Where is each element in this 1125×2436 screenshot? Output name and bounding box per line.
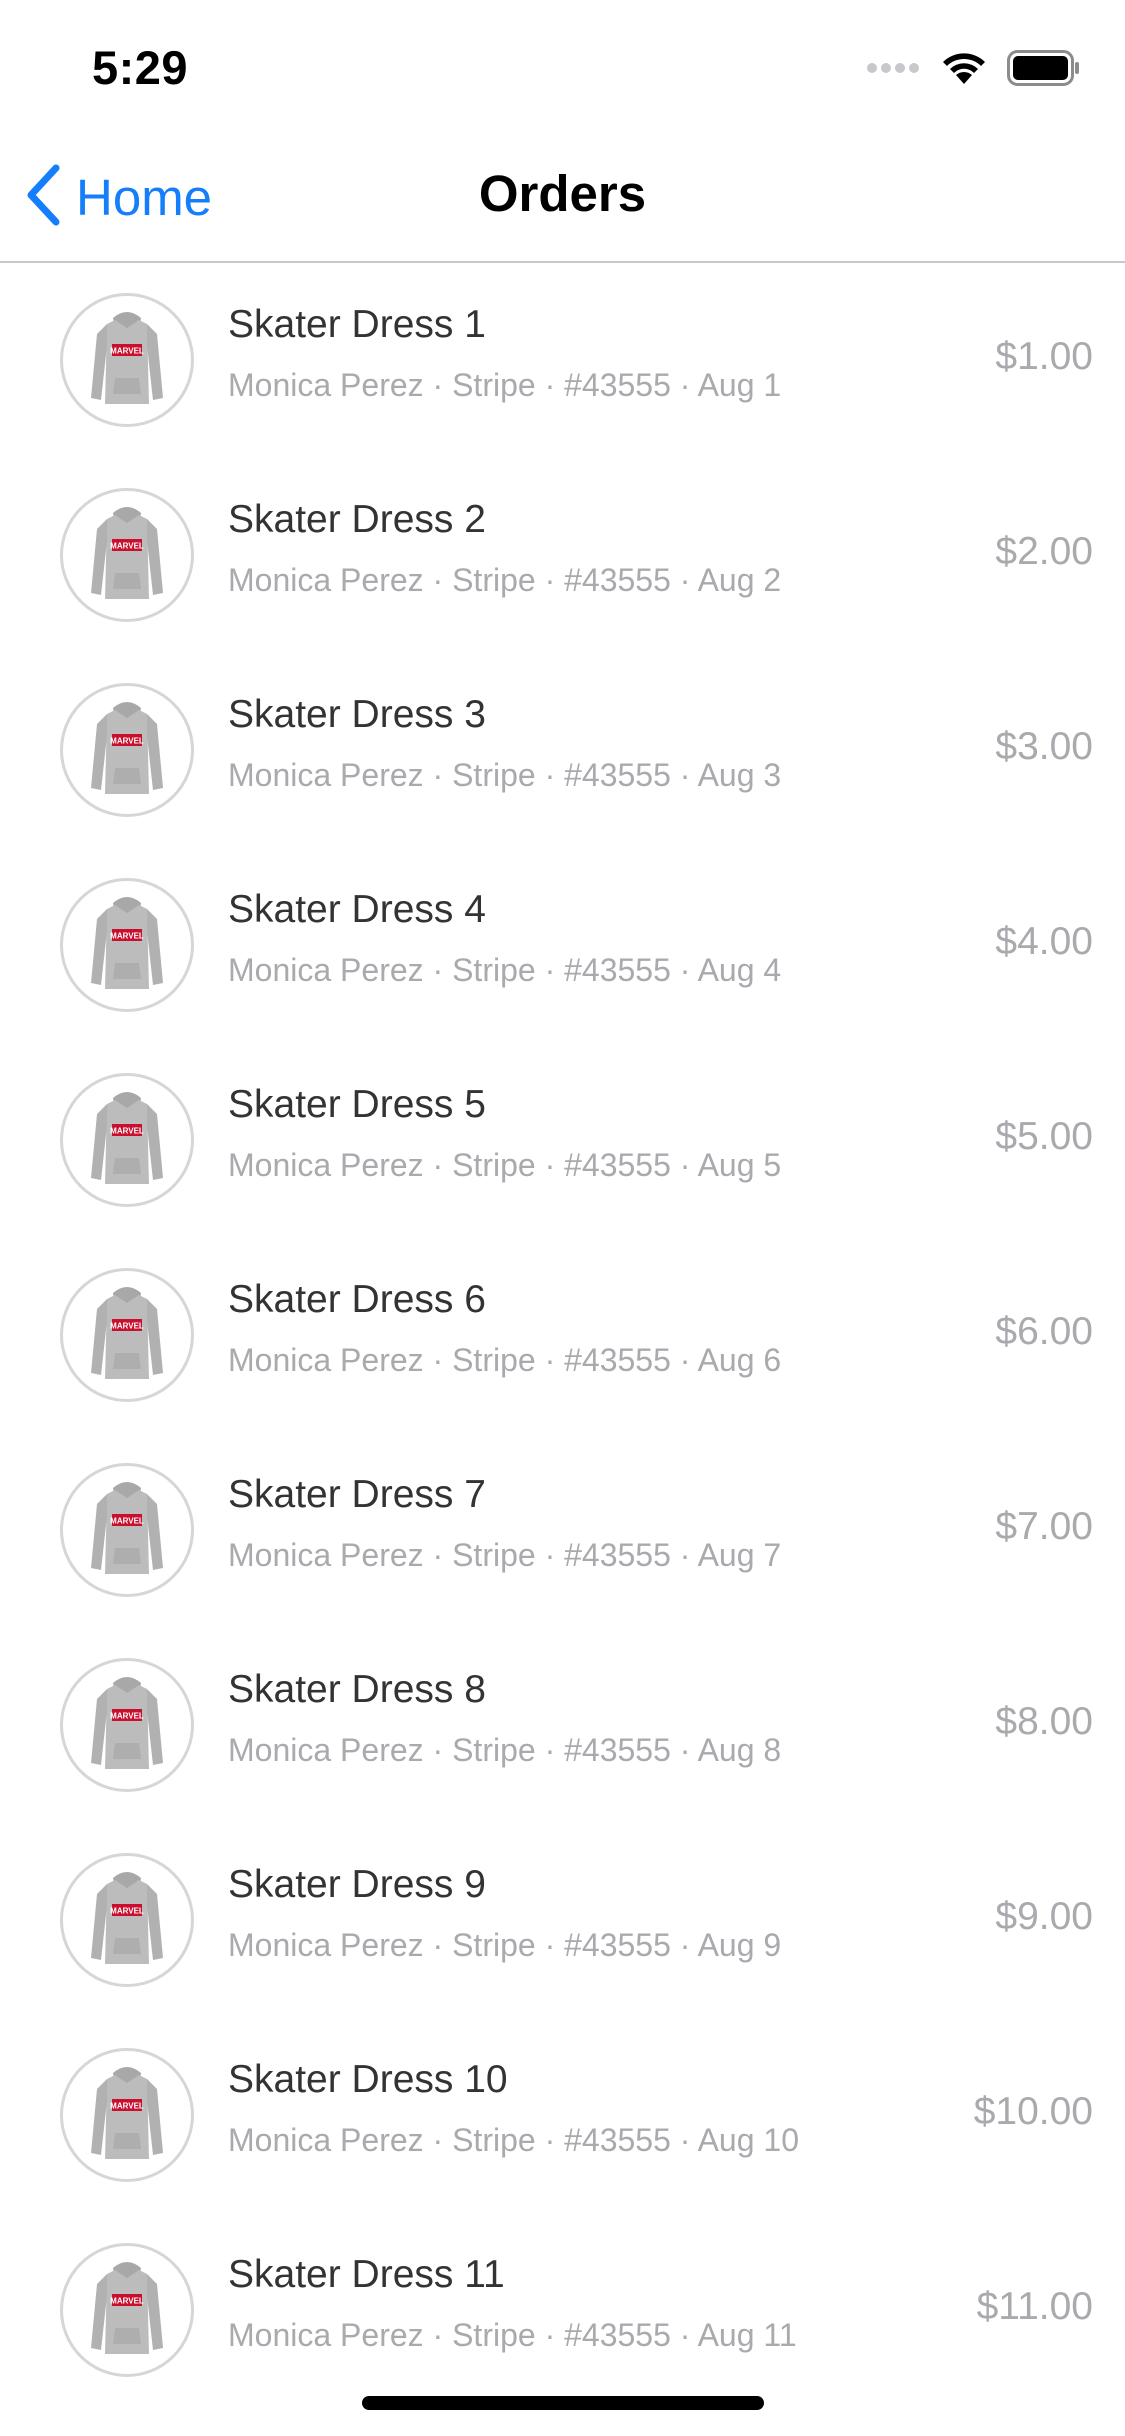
order-row[interactable]: MARVEL Skater Dress 5 Monica Perez · Str… bbox=[0, 1043, 1125, 1238]
order-subtitle: Monica Perez · Stripe · #43555 · Aug 4 bbox=[228, 952, 782, 988]
order-title: Skater Dress 7 bbox=[228, 1473, 486, 1516]
order-title: Skater Dress 6 bbox=[228, 1278, 486, 1321]
order-price: $6.00 bbox=[995, 1310, 1093, 1353]
hoodie-icon: MARVEL bbox=[77, 1476, 177, 1585]
order-price: $11.00 bbox=[976, 2285, 1093, 2328]
order-title: Skater Dress 11 bbox=[228, 2253, 505, 2296]
wifi-icon bbox=[941, 51, 987, 90]
product-thumbnail: MARVEL bbox=[60, 488, 194, 622]
order-title: Skater Dress 9 bbox=[228, 1863, 486, 1906]
hoodie-icon: MARVEL bbox=[77, 306, 177, 415]
hoodie-icon: MARVEL bbox=[77, 501, 177, 610]
order-row[interactable]: MARVEL Skater Dress 8 Monica Perez · Str… bbox=[0, 1628, 1125, 1823]
order-subtitle: Monica Perez · Stripe · #43555 · Aug 11 bbox=[228, 2317, 797, 2353]
order-row[interactable]: MARVEL Skater Dress 2 Monica Perez · Str… bbox=[0, 458, 1125, 653]
order-price: $4.00 bbox=[995, 920, 1093, 963]
order-title: Skater Dress 2 bbox=[228, 498, 486, 541]
page-title: Orders bbox=[478, 165, 647, 222]
order-title: Skater Dress 1 bbox=[228, 303, 486, 346]
order-row[interactable]: MARVEL Skater Dress 7 Monica Perez · Str… bbox=[0, 1433, 1125, 1628]
brand-logo-text: MARVEL bbox=[110, 2101, 144, 2110]
brand-logo-text: MARVEL bbox=[110, 736, 144, 745]
order-price: $10.00 bbox=[973, 2090, 1093, 2133]
hoodie-icon: MARVEL bbox=[77, 696, 177, 805]
order-row[interactable]: MARVEL Skater Dress 1 Monica Perez · Str… bbox=[0, 263, 1125, 458]
status-icons bbox=[867, 49, 1081, 91]
orders-list: MARVEL Skater Dress 1 Monica Perez · Str… bbox=[0, 263, 1125, 2408]
order-title: Skater Dress 3 bbox=[228, 693, 486, 736]
order-subtitle: Monica Perez · Stripe · #43555 · Aug 3 bbox=[228, 757, 782, 793]
brand-logo-text: MARVEL bbox=[110, 1516, 144, 1525]
order-price: $5.00 bbox=[995, 1115, 1093, 1158]
product-thumbnail: MARVEL bbox=[60, 1268, 194, 1402]
order-title: Skater Dress 4 bbox=[228, 888, 486, 931]
brand-logo-text: MARVEL bbox=[110, 1711, 144, 1720]
brand-logo-text: MARVEL bbox=[110, 1321, 144, 1330]
hoodie-icon: MARVEL bbox=[77, 1866, 177, 1975]
product-thumbnail: MARVEL bbox=[60, 1853, 194, 1987]
brand-logo-text: MARVEL bbox=[110, 1126, 144, 1135]
order-title: Skater Dress 8 bbox=[228, 1668, 486, 1711]
brand-logo-text: MARVEL bbox=[110, 2296, 144, 2305]
product-thumbnail: MARVEL bbox=[60, 2048, 194, 2182]
product-thumbnail: MARVEL bbox=[60, 293, 194, 427]
brand-logo-text: MARVEL bbox=[110, 541, 144, 550]
order-price: $1.00 bbox=[995, 335, 1093, 378]
order-price: $2.00 bbox=[995, 530, 1093, 573]
product-thumbnail: MARVEL bbox=[60, 1463, 194, 1597]
orders-screen: 5:29 Home Orders MARVEL Skater Dress 1 M… bbox=[0, 0, 1125, 2436]
order-price: $3.00 bbox=[995, 725, 1093, 768]
hoodie-icon: MARVEL bbox=[77, 1086, 177, 1195]
product-thumbnail: MARVEL bbox=[60, 878, 194, 1012]
order-row[interactable]: MARVEL Skater Dress 3 Monica Perez · Str… bbox=[0, 653, 1125, 848]
order-subtitle: Monica Perez · Stripe · #43555 · Aug 6 bbox=[228, 1342, 782, 1378]
order-price: $9.00 bbox=[995, 1895, 1093, 1938]
order-row[interactable]: MARVEL Skater Dress 10 Monica Perez · St… bbox=[0, 2018, 1125, 2213]
hoodie-icon: MARVEL bbox=[77, 2256, 177, 2365]
order-row[interactable]: MARVEL Skater Dress 11 Monica Perez · St… bbox=[0, 2213, 1125, 2408]
home-indicator[interactable] bbox=[362, 2396, 764, 2410]
order-subtitle: Monica Perez · Stripe · #43555 · Aug 7 bbox=[228, 1537, 782, 1573]
status-time: 5:29 bbox=[92, 41, 189, 94]
hoodie-icon: MARVEL bbox=[77, 1671, 177, 1780]
order-subtitle: Monica Perez · Stripe · #43555 · Aug 10 bbox=[228, 2122, 799, 2158]
navigation-bar: Home Orders bbox=[0, 132, 1125, 263]
hoodie-icon: MARVEL bbox=[77, 1281, 177, 1390]
brand-logo-text: MARVEL bbox=[110, 931, 144, 940]
status-bar: 5:29 bbox=[0, 0, 1125, 132]
hoodie-icon: MARVEL bbox=[77, 891, 177, 1000]
battery-icon bbox=[1007, 49, 1081, 91]
order-row[interactable]: MARVEL Skater Dress 6 Monica Perez · Str… bbox=[0, 1238, 1125, 1433]
order-row[interactable]: MARVEL Skater Dress 4 Monica Perez · Str… bbox=[0, 848, 1125, 1043]
order-price: $7.00 bbox=[995, 1505, 1093, 1548]
order-subtitle: Monica Perez · Stripe · #43555 · Aug 1 bbox=[228, 367, 782, 403]
brand-logo-text: MARVEL bbox=[110, 346, 144, 355]
signal-dots-icon bbox=[867, 61, 921, 79]
order-subtitle: Monica Perez · Stripe · #43555 · Aug 5 bbox=[228, 1147, 782, 1183]
order-price: $8.00 bbox=[995, 1700, 1093, 1743]
product-thumbnail: MARVEL bbox=[60, 2243, 194, 2377]
order-subtitle: Monica Perez · Stripe · #43555 · Aug 9 bbox=[228, 1927, 782, 1963]
product-thumbnail: MARVEL bbox=[60, 683, 194, 817]
order-title: Skater Dress 5 bbox=[228, 1083, 486, 1126]
product-thumbnail: MARVEL bbox=[60, 1073, 194, 1207]
product-thumbnail: MARVEL bbox=[60, 1658, 194, 1792]
order-subtitle: Monica Perez · Stripe · #43555 · Aug 8 bbox=[228, 1732, 782, 1768]
order-subtitle: Monica Perez · Stripe · #43555 · Aug 2 bbox=[228, 562, 782, 598]
order-title: Skater Dress 10 bbox=[228, 2058, 508, 2101]
brand-logo-text: MARVEL bbox=[110, 1906, 144, 1915]
hoodie-icon: MARVEL bbox=[77, 2061, 177, 2170]
order-row[interactable]: MARVEL Skater Dress 9 Monica Perez · Str… bbox=[0, 1823, 1125, 2018]
